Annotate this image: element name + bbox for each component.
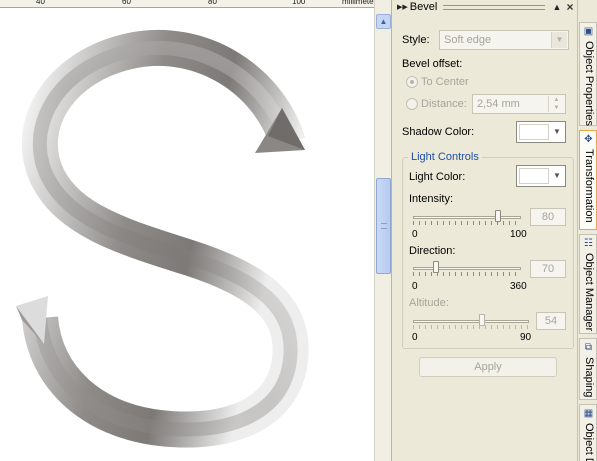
- direction-value[interactable]: 70: [530, 260, 566, 278]
- intensity-min: 0: [412, 229, 418, 240]
- distance-value: 2,54 mm: [477, 98, 520, 110]
- shadow-color-label: Shadow Color:: [402, 126, 475, 138]
- chevron-down-icon: ▼: [553, 171, 561, 180]
- style-select[interactable]: Soft edge ▼: [439, 30, 569, 50]
- tab-object-properties[interactable]: ▣ Object Properties: [579, 22, 597, 126]
- altitude-label: Altitude:: [409, 297, 449, 309]
- shadow-color-swatch: [519, 124, 549, 140]
- light-controls-title: Light Controls: [408, 151, 482, 163]
- horizontal-ruler[interactable]: 40 60 80 100 millimeters: [0, 0, 380, 8]
- tab-object-manager[interactable]: ☷ Object Manager: [579, 234, 597, 334]
- direction-min: 0: [412, 281, 418, 292]
- altitude-max: 90: [520, 332, 532, 343]
- intensity-max: 100: [510, 229, 527, 240]
- light-color-swatch: [519, 168, 549, 184]
- intensity-thumb[interactable]: [495, 210, 501, 222]
- chevron-down-icon: ▼: [551, 32, 567, 48]
- shaping-icon: ⧉: [584, 342, 593, 353]
- altitude-min: 0: [412, 332, 418, 343]
- direction-label: Direction:: [409, 245, 456, 257]
- altitude-thumb[interactable]: [479, 314, 485, 326]
- to-center-label: To Center: [421, 76, 469, 88]
- intensity-slider[interactable]: [413, 210, 521, 226]
- distance-radio[interactable]: [406, 98, 418, 110]
- docker-tab-strip: ▣ Object Properties ✥ Transformation ☷ O…: [577, 0, 597, 461]
- tab-label: Object Manager: [583, 253, 595, 332]
- scroll-up-button[interactable]: ▲: [376, 14, 391, 29]
- direction-max: 360: [510, 281, 527, 292]
- expand-arrows-icon[interactable]: ▶▶: [397, 3, 408, 11]
- docker-title: Bevel: [409, 1, 438, 13]
- title-grip: [443, 4, 545, 10]
- close-icon[interactable]: ×: [563, 0, 577, 14]
- collapse-icon[interactable]: ▲: [551, 2, 563, 12]
- tab-label: Object Properties: [583, 41, 595, 126]
- scroll-thumb[interactable]: [376, 178, 391, 274]
- tab-shaping[interactable]: ⧉ Shaping: [579, 338, 597, 400]
- beveled-letter-s[interactable]: [0, 8, 374, 461]
- direction-thumb[interactable]: [433, 261, 439, 273]
- tab-label: Transformation: [583, 149, 595, 223]
- spinner-arrows-icon[interactable]: ▲ ▼: [548, 96, 564, 112]
- object-properties-icon: ▣: [583, 26, 594, 37]
- object-manager-icon: ☷: [584, 238, 593, 249]
- distance-label: Distance:: [421, 98, 467, 110]
- shadow-color-picker[interactable]: ▼: [516, 121, 566, 143]
- tab-transformation[interactable]: ✥ Transformation: [579, 130, 597, 230]
- vertical-scrollbar[interactable]: ▲: [374, 0, 391, 461]
- ruler-label-100: 100: [292, 0, 306, 6]
- tab-label: Shaping: [583, 357, 595, 398]
- style-value: Soft edge: [444, 34, 492, 46]
- intensity-value[interactable]: 80: [530, 208, 566, 226]
- bevel-offset-label: Bevel offset:: [402, 58, 463, 70]
- drawing-canvas[interactable]: 40 60 80 100 millimeters: [0, 0, 380, 461]
- docker-title-bar[interactable]: ▶▶ Bevel ▲ ×: [392, 0, 577, 14]
- to-center-radio[interactable]: [406, 76, 418, 88]
- altitude-value[interactable]: 54: [536, 312, 566, 330]
- ruler-label-80: 80: [208, 0, 217, 6]
- object-data-icon: ▦: [583, 408, 594, 419]
- tab-object-data[interactable]: ▦ Object D: [579, 404, 597, 461]
- transformation-icon: ✥: [584, 134, 593, 145]
- distance-spinner[interactable]: 2,54 mm ▲ ▼: [472, 94, 566, 114]
- app-window: 40 60 80 100 millimeters ▲ ▶▶ Bevel ▲ × …: [0, 0, 597, 461]
- light-color-label: Light Color:: [409, 171, 466, 183]
- tab-label: Object D: [583, 423, 595, 461]
- chevron-down-icon: ▼: [553, 127, 561, 136]
- altitude-slider[interactable]: [413, 314, 529, 330]
- scroll-grip-icon: [381, 223, 387, 229]
- ruler-label-60: 60: [122, 0, 131, 6]
- bevel-docker: ▶▶ Bevel ▲ × Style: Soft edge ▼ Bevel of…: [391, 0, 577, 461]
- ruler-label-40: 40: [36, 0, 45, 6]
- style-label: Style:: [402, 34, 430, 46]
- intensity-label: Intensity:: [409, 193, 454, 205]
- apply-button[interactable]: Apply: [419, 357, 557, 377]
- light-color-picker[interactable]: ▼: [516, 165, 566, 187]
- direction-slider[interactable]: [413, 261, 521, 277]
